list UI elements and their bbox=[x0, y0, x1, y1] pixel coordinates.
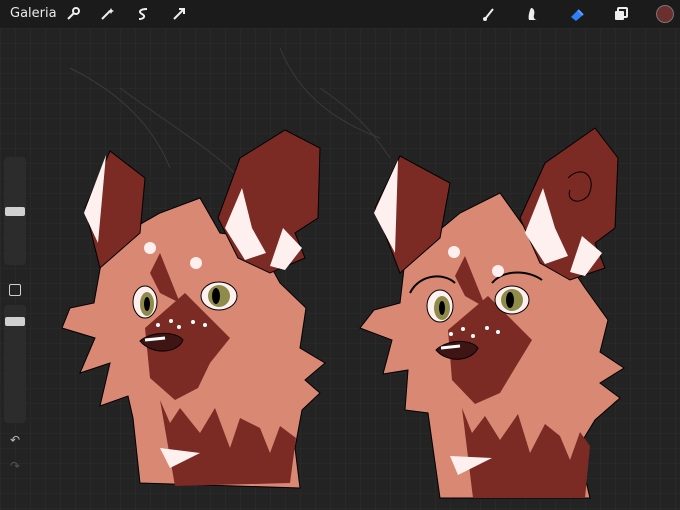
gallery-button[interactable]: Galeria bbox=[10, 6, 57, 21]
transform-icon[interactable] bbox=[168, 3, 190, 25]
left-sidebar: ↶ ↷ bbox=[4, 157, 26, 477]
modifier-button[interactable] bbox=[4, 281, 26, 299]
opacity-thumb[interactable] bbox=[5, 317, 25, 326]
redo-icon[interactable]: ↷ bbox=[4, 457, 26, 475]
wrench-icon[interactable] bbox=[62, 3, 84, 25]
undo-icon[interactable]: ↶ bbox=[4, 431, 26, 449]
eraser-icon[interactable] bbox=[566, 3, 588, 25]
opacity-slider[interactable] bbox=[4, 305, 26, 423]
color-swatch[interactable] bbox=[654, 3, 676, 25]
smudge-icon[interactable] bbox=[522, 3, 544, 25]
magic-wand-icon[interactable] bbox=[96, 3, 118, 25]
selection-icon[interactable] bbox=[132, 3, 154, 25]
brush-size-slider[interactable] bbox=[4, 157, 26, 265]
layers-icon[interactable] bbox=[610, 3, 632, 25]
top-toolbar: Galeria bbox=[0, 0, 680, 28]
brush-size-thumb[interactable] bbox=[5, 207, 25, 216]
brush-icon[interactable] bbox=[478, 3, 500, 25]
drawing-canvas[interactable] bbox=[0, 28, 680, 510]
